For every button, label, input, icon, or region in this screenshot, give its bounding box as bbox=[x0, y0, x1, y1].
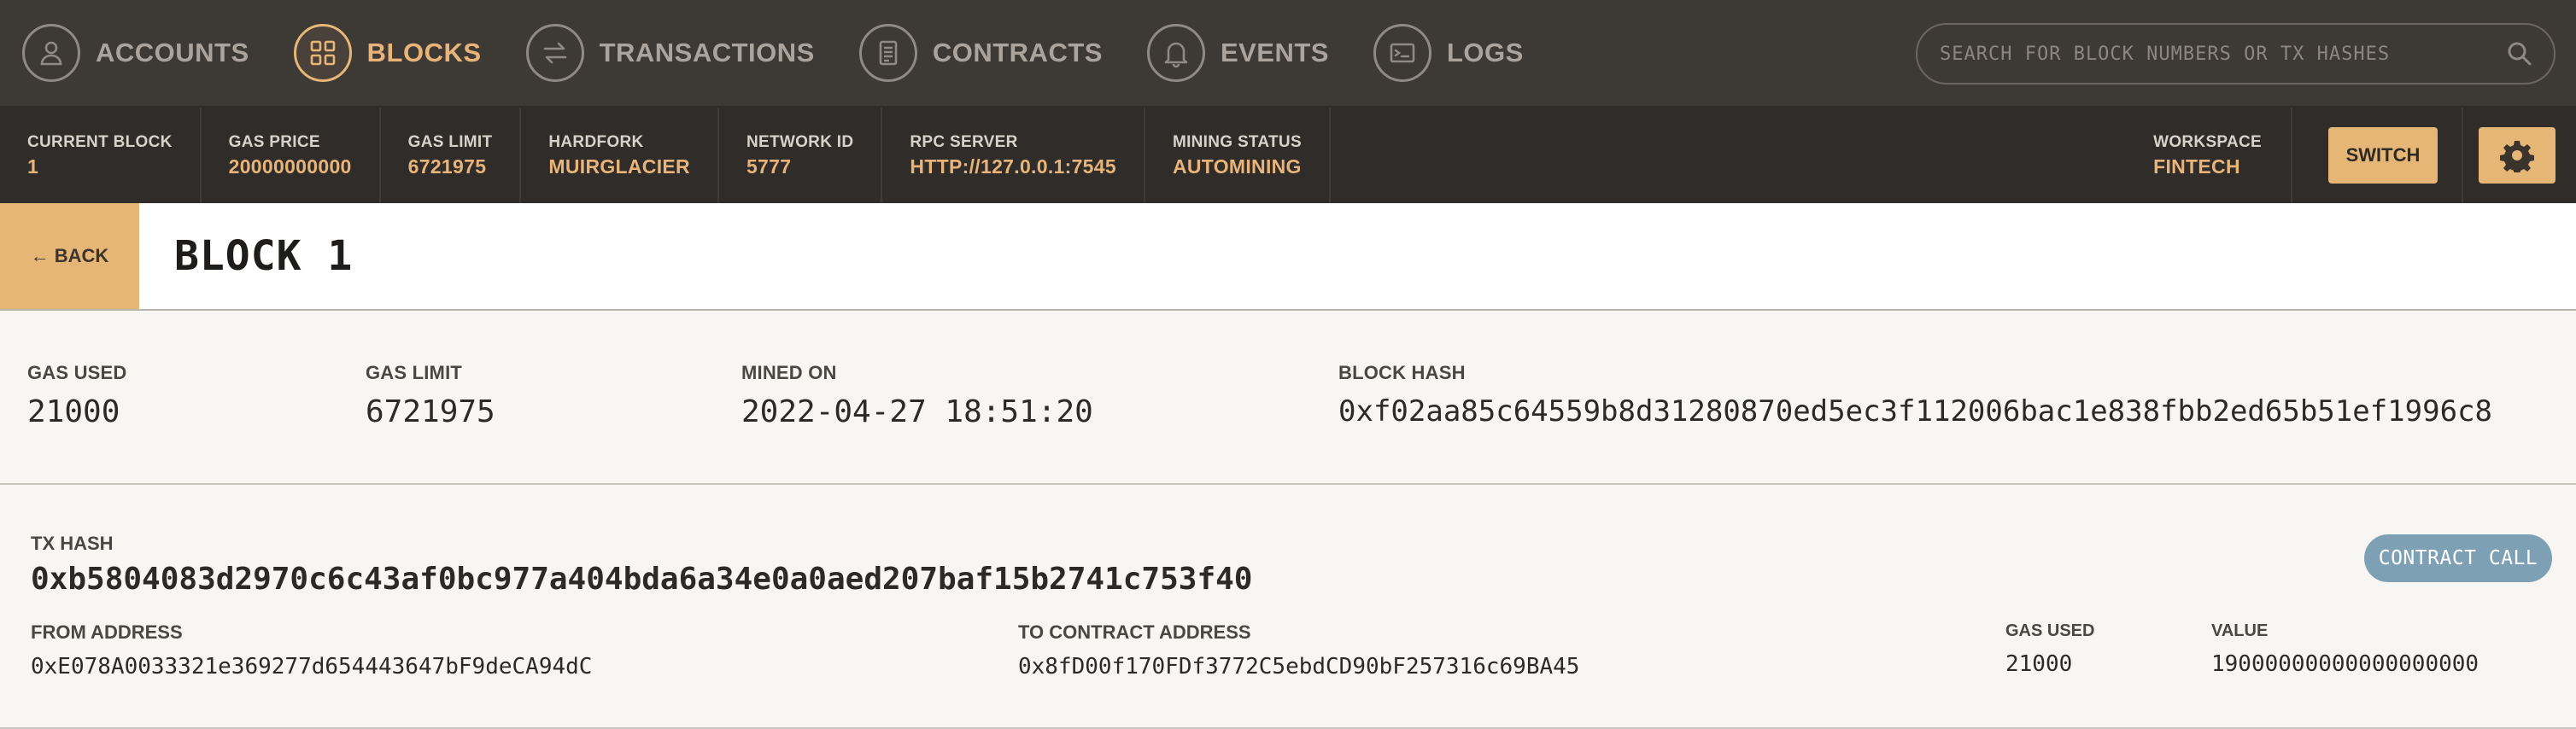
stat-value: MUIRGLACIER bbox=[548, 155, 690, 178]
detail-label: GAS USED bbox=[27, 362, 127, 383]
detail-mined-on: MINED ON 2022-04-27 18:51:20 bbox=[741, 362, 1093, 429]
tx-field-value: 19000000000000000000 bbox=[2211, 651, 2479, 677]
switch-wrap: SWITCH bbox=[2292, 108, 2463, 203]
user-icon bbox=[22, 24, 80, 82]
stat-value: AUTOMINING bbox=[1172, 155, 1302, 178]
back-button[interactable]: ← BACK bbox=[0, 203, 139, 309]
settings-button[interactable] bbox=[2479, 127, 2556, 184]
tx-field-value: 0xE078A0033321e369277d654443647bF9deCA94… bbox=[31, 654, 593, 679]
stat-value: FINTECH bbox=[2153, 155, 2240, 178]
top-navigation: ACCOUNTS BLOCKS TRANSACTIONS CONTRACTS E… bbox=[0, 0, 2576, 108]
stat-value: HTTP://127.0.0.1:7545 bbox=[910, 155, 1116, 178]
stat-network-id: NETWORK ID 5777 bbox=[719, 108, 883, 203]
stat-gas-price: GAS PRICE 20000000000 bbox=[202, 108, 381, 203]
page-title: BLOCK 1 bbox=[174, 232, 354, 280]
stat-gas-limit: GAS LIMIT 6721975 bbox=[381, 108, 522, 203]
nav-accounts-label: ACCOUNTS bbox=[96, 38, 249, 67]
nav-blocks[interactable]: BLOCKS bbox=[272, 0, 504, 107]
status-bar: CURRENT BLOCK 1 GAS PRICE 20000000000 GA… bbox=[0, 108, 2576, 203]
gear-icon bbox=[2500, 141, 2534, 172]
stat-label: CURRENT BLOCK bbox=[27, 132, 173, 151]
tx-field-label: GAS USED bbox=[2005, 621, 2095, 640]
stat-label: GAS PRICE bbox=[228, 132, 320, 151]
tx-field-label: TO CONTRACT ADDRESS bbox=[1018, 621, 1251, 643]
stat-label: MINING STATUS bbox=[1172, 132, 1302, 151]
stat-value: 6721975 bbox=[407, 155, 487, 178]
stat-rpc-server: RPC SERVER HTTP://127.0.0.1:7545 bbox=[882, 108, 1145, 203]
detail-label: MINED ON bbox=[741, 362, 837, 383]
page-header: ← BACK BLOCK 1 bbox=[0, 203, 2576, 311]
tx-field-value: 21000 bbox=[2005, 651, 2073, 677]
gear-wrap bbox=[2463, 108, 2576, 203]
stat-label: HARDFORK bbox=[548, 132, 644, 151]
stat-label: GAS LIMIT bbox=[407, 132, 493, 151]
status-right-group: WORKSPACE FINTECH SWITCH bbox=[2126, 108, 2576, 203]
stat-label: WORKSPACE bbox=[2153, 132, 2262, 151]
tx-field-label: VALUE bbox=[2211, 621, 2269, 640]
stat-value: 1 bbox=[27, 155, 39, 178]
bell-icon bbox=[1146, 24, 1205, 82]
terminal-icon bbox=[1373, 24, 1431, 82]
tx-type-badge: CONTRACT CALL bbox=[2364, 534, 2552, 582]
search-input[interactable] bbox=[1938, 42, 2506, 66]
swap-arrows-icon bbox=[525, 24, 584, 82]
stat-current-block: CURRENT BLOCK 1 bbox=[0, 108, 202, 203]
switch-workspace-button[interactable]: SWITCH bbox=[2328, 127, 2438, 184]
stat-hardfork: HARDFORK MUIRGLACIER bbox=[521, 108, 719, 203]
detail-value: 21000 bbox=[27, 394, 120, 429]
tx-to: TO CONTRACT ADDRESS 0x8fD00f170FDf3772C5… bbox=[1018, 621, 1579, 679]
stat-label: RPC SERVER bbox=[910, 132, 1018, 151]
detail-gas-limit: GAS LIMIT 6721975 bbox=[366, 362, 495, 429]
nav-logs-label: LOGS bbox=[1446, 38, 1524, 67]
stat-mining-status: MINING STATUS AUTOMINING bbox=[1145, 108, 1331, 203]
nav-contracts-label: CONTRACTS bbox=[932, 38, 1103, 67]
tx-hash-value: 0xb5804083d2970c6c43af0bc977a404bda6a34e… bbox=[31, 562, 1253, 597]
nav-accounts[interactable]: ACCOUNTS bbox=[0, 0, 272, 107]
detail-label: BLOCK HASH bbox=[1338, 362, 1466, 383]
nav-transactions-label: TRANSACTIONS bbox=[599, 38, 815, 67]
stat-value: 20000000000 bbox=[228, 155, 352, 178]
tx-from: FROM ADDRESS 0xE078A0033321e369277d65444… bbox=[31, 621, 592, 679]
search-box bbox=[1916, 23, 2556, 85]
stat-workspace: WORKSPACE FINTECH bbox=[2126, 108, 2292, 203]
transaction-row[interactable]: TX HASH 0xb5804083d2970c6c43af0bc977a404… bbox=[0, 485, 2576, 729]
nav-blocks-label: BLOCKS bbox=[366, 38, 482, 67]
nav-events[interactable]: EVENTS bbox=[1125, 0, 1351, 107]
nav-transactions[interactable]: TRANSACTIONS bbox=[504, 0, 837, 107]
tx-gas-used: GAS USED 21000 bbox=[2005, 621, 2094, 677]
detail-label: GAS LIMIT bbox=[366, 362, 463, 383]
grid-icon bbox=[293, 24, 352, 82]
tx-hash-block: TX HASH 0xb5804083d2970c6c43af0bc977a404… bbox=[31, 533, 1252, 597]
block-details: GAS USED 21000 GAS LIMIT 6721975 MINED O… bbox=[0, 311, 2576, 485]
detail-block-hash: BLOCK HASH 0xf02aa85c64559b8d31280870ed5… bbox=[1338, 362, 2492, 429]
nav-contracts[interactable]: CONTRACTS bbox=[837, 0, 1125, 107]
detail-value: 2022-04-27 18:51:20 bbox=[741, 394, 1093, 429]
detail-value: 6721975 bbox=[366, 394, 495, 429]
nav-events-label: EVENTS bbox=[1220, 38, 1329, 67]
tx-value: VALUE 19000000000000000000 bbox=[2211, 621, 2479, 677]
detail-value: 0xf02aa85c64559b8d31280870ed5ec3f112006b… bbox=[1338, 394, 2493, 429]
tx-hash-label: TX HASH bbox=[31, 533, 114, 554]
tx-field-value: 0x8fD00f170FDf3772C5ebdCD90bF257316c69BA… bbox=[1018, 654, 1580, 679]
nav-logs[interactable]: LOGS bbox=[1351, 0, 1546, 107]
tx-field-label: FROM ADDRESS bbox=[31, 621, 183, 643]
stat-value: 5777 bbox=[746, 155, 792, 178]
search-icon[interactable] bbox=[2506, 40, 2533, 67]
stat-label: NETWORK ID bbox=[746, 132, 854, 151]
document-icon bbox=[858, 24, 917, 82]
detail-gas-used: GAS USED 21000 bbox=[27, 362, 127, 429]
